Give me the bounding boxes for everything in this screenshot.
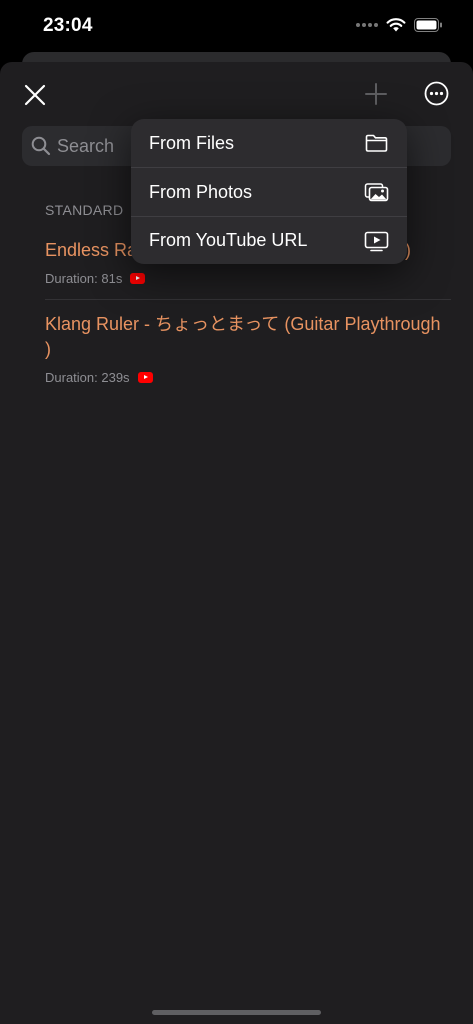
status-time: 23:04 <box>43 15 93 36</box>
video-screen-icon <box>364 231 389 252</box>
item-title-start: Endless Ra <box>45 240 138 260</box>
more-options-icon[interactable] <box>424 81 449 106</box>
item-meta: Duration: 239s <box>45 370 450 385</box>
list-separator <box>45 299 451 300</box>
battery-icon <box>414 17 442 32</box>
folder-icon <box>365 134 388 152</box>
photos-icon <box>364 183 389 202</box>
menu-item-from-files[interactable]: From Files <box>131 119 407 167</box>
item-duration: Duration: 81s <box>45 271 123 286</box>
menu-item-from-photos[interactable]: From Photos <box>131 167 407 215</box>
menu-item-from-youtube-url[interactable]: From YouTube URL <box>131 215 407 264</box>
add-source-menu: From Files From Photos From YouTube URL <box>131 119 407 264</box>
list-item[interactable]: Klang Ruler - ちょっとまって (Guitar Playthroug… <box>45 312 450 385</box>
cellular-signal-icon <box>356 22 378 27</box>
home-indicator[interactable] <box>152 1010 321 1015</box>
item-duration: Duration: 239s <box>45 370 130 385</box>
search-icon <box>31 136 51 156</box>
item-meta: Duration: 81s <box>45 271 450 286</box>
close-icon[interactable] <box>22 82 48 108</box>
status-bar: 23:04 <box>0 0 473 54</box>
status-icons <box>356 17 443 32</box>
wifi-icon <box>386 18 406 32</box>
plus-icon[interactable] <box>364 82 388 106</box>
menu-item-label: From Files <box>149 132 234 153</box>
youtube-icon <box>137 372 153 383</box>
menu-item-label: From Photos <box>149 181 253 202</box>
menu-item-label: From YouTube URL <box>149 229 308 250</box>
section-header: STANDARD <box>45 202 124 218</box>
item-title: Klang Ruler - ちょっとまって (Guitar Playthroug… <box>45 314 441 359</box>
youtube-icon <box>130 273 146 284</box>
